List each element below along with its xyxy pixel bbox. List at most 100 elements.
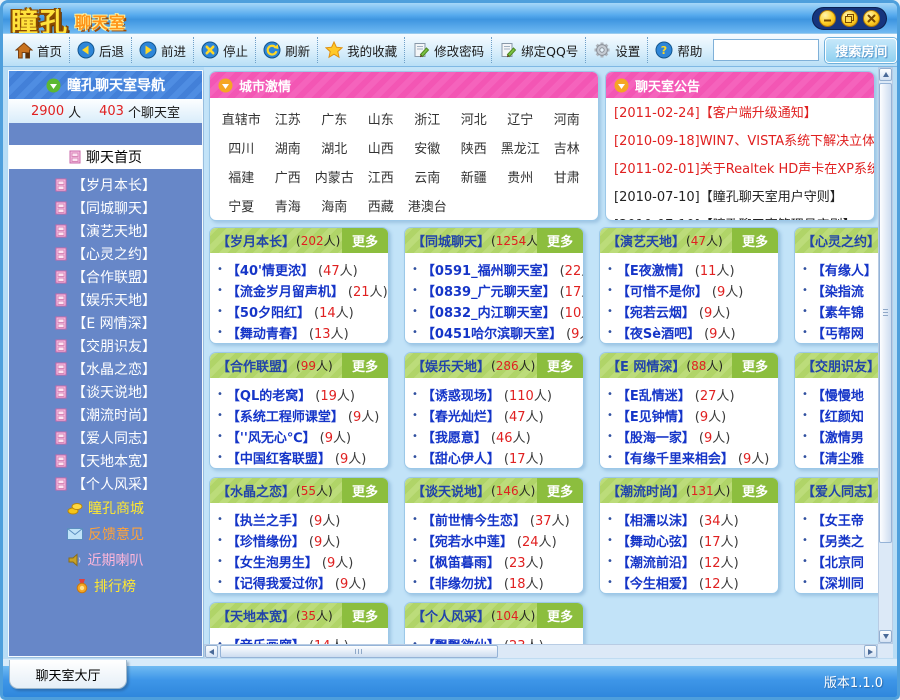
sidebar-category-item[interactable]: 【岁月本长】 [9,173,202,196]
announcement-link[interactable]: [2011-02-01]关于Realtek HD声卡在XP系统的设置 [614,156,874,184]
province-link[interactable]: 浙江 [404,104,451,133]
province-link[interactable]: 广东 [311,104,358,133]
room-link[interactable]: • 【诱惑现场】 (110人) [412,384,583,405]
room-link[interactable]: • 【丐帮网 () [802,322,878,343]
room-link[interactable]: • 【相濡以沫】 (34人) [607,509,778,530]
province-link[interactable]: 新疆 [451,162,498,191]
room-link[interactable]: • 【可惜不是你】 (9人) [607,280,778,301]
card-title[interactable]: 【心灵之约】 [802,231,878,250]
vertical-scrollbar-thumb[interactable] [879,83,892,543]
sidebar-category-item[interactable]: 【谈天说地】 [9,380,202,403]
toolbar-button-favorites[interactable]: 我的收藏 [318,37,405,63]
province-link[interactable]: 宁夏 [218,191,265,220]
province-link[interactable]: 四川 [218,133,265,162]
more-link[interactable]: 更多 [342,478,388,503]
toolbar-button-back[interactable]: 后退 [70,37,132,63]
card-title[interactable]: 【潮流时尚】 [607,481,685,500]
restore-button[interactable] [841,10,858,27]
room-link[interactable]: • 【舞动青春】 (13人) [217,322,388,343]
room-link[interactable]: • 【素年锦 () [802,301,878,322]
close-button[interactable] [863,10,880,27]
room-link[interactable]: • 【40'情更浓】 (47人) [217,259,388,280]
card-title[interactable]: 【个人风采】 [412,606,490,625]
card-title[interactable]: 【谈天说地】 [412,481,490,500]
province-link[interactable]: 黑龙江 [497,133,544,162]
toolbar-button-help[interactable]: ? 帮助 [648,37,709,63]
sidebar-category-item[interactable]: 【潮流时尚】 [9,403,202,426]
more-link[interactable]: 更多 [342,603,388,628]
room-link[interactable]: • 【我愿意】 (46人) [412,426,583,447]
sidebar-item-ranking[interactable]: 排行榜 [9,573,202,599]
room-link[interactable]: • 【夜Sè酒吧】 (9人) [607,322,778,343]
province-link[interactable]: 河南 [544,104,591,133]
toolbar-button-change-password[interactable]: 修改密码 [405,37,492,63]
more-link[interactable]: 更多 [342,228,388,253]
room-link[interactable]: • 【激情男 () [802,426,878,447]
more-link[interactable]: 更多 [537,228,583,253]
room-link[interactable]: • 【枫笛暮雨】 (23人) [412,551,583,572]
province-link[interactable]: 云南 [404,162,451,191]
card-title[interactable]: 【合作联盟】 [217,356,295,375]
province-link[interactable]: 山东 [358,104,405,133]
card-title[interactable]: 【娱乐天地】 [412,356,490,375]
room-link[interactable]: • 【QL的老窝】 (19人) [217,384,388,405]
toolbar-button-forward[interactable]: 前进 [132,37,194,63]
room-link[interactable]: • 【系统工程师课堂】 (9人) [217,405,388,426]
room-link[interactable]: • 【北京同 () [802,551,878,572]
minimize-button[interactable] [819,10,836,27]
room-link[interactable]: • 【有缘千里来相会】 (9人) [607,447,778,468]
vertical-scrollbar[interactable] [878,67,893,644]
room-link[interactable]: • 【珍惜缘份】 (9人) [217,530,388,551]
province-link[interactable]: 西藏 [358,191,405,220]
room-link[interactable]: • 【中国红客联盟】 (9人) [217,447,388,468]
sidebar-category-item[interactable]: 【心灵之约】 [9,242,202,265]
sidebar-item-recent-horn[interactable]: 近期喇叭 [9,547,202,573]
card-title[interactable]: 【岁月本长】 [217,231,295,250]
room-link[interactable]: • 【春光灿烂】 (47人) [412,405,583,426]
scroll-up-button[interactable] [879,68,892,81]
sidebar-category-item[interactable]: 【合作联盟】 [9,265,202,288]
room-link[interactable]: • 【0451哈尔滨聊天室】 (9人) [412,322,583,343]
province-link[interactable]: 广西 [265,162,312,191]
room-link[interactable]: • 【宛若云烟】 (9人) [607,301,778,322]
toolbar-button-home[interactable]: 首页 [8,37,70,63]
search-input[interactable] [713,39,819,61]
province-link[interactable]: 直辖市 [218,104,265,133]
room-link[interactable]: • 【飘飘欲仙】 (23人) [412,634,583,644]
room-link[interactable]: • 【潮流前沿】 (12人) [607,551,778,572]
sidebar-item-mall[interactable]: 瞳孔商城 [9,495,202,521]
room-link[interactable]: • 【E乱情迷】 (27人) [607,384,778,405]
room-link[interactable]: • 【音乐画廊】 (14人) [217,634,388,644]
room-link[interactable]: • 【深圳同 () [802,572,878,593]
room-link[interactable]: • 【0839_广元聊天室】 (17人) [412,280,583,301]
more-link[interactable]: 更多 [537,603,583,628]
horizontal-scrollbar-thumb[interactable] [220,645,498,658]
room-link[interactable]: • 【前世情今生恋】 (37人) [412,509,583,530]
announcement-link[interactable]: [2010-09-18]WIN7、VISTA系统下解决立体声混音 [614,128,874,156]
card-title[interactable]: 【水晶之恋】 [217,481,295,500]
room-link[interactable]: • 【舞动心弦】 (17人) [607,530,778,551]
card-title[interactable]: 【交朋识友】 [802,356,878,375]
sidebar-category-item[interactable]: 【爱人同志】 [9,426,202,449]
room-link[interactable]: • 【红颜知 () [802,405,878,426]
more-link[interactable]: 更多 [732,353,778,378]
room-link[interactable]: • 【染指流 () [802,280,878,301]
room-link[interactable]: • 【E见钟情】 (9人) [607,405,778,426]
card-title[interactable]: 【天地本宽】 [217,606,295,625]
province-link[interactable]: 海南 [311,191,358,220]
scroll-right-button[interactable] [864,645,877,658]
sidebar-category-item[interactable]: 【天地本宽】 [9,449,202,472]
room-link[interactable]: • 【流金岁月留声机】 (21人) [217,280,388,301]
sidebar-category-item[interactable]: 【演艺天地】 [9,219,202,242]
more-link[interactable]: 更多 [732,228,778,253]
sidebar-item-chat-home[interactable]: 聊天首页 [9,145,202,169]
room-link[interactable]: • 【有缘人】 () [802,259,878,280]
sidebar-item-feedback[interactable]: 反馈意见 [9,521,202,547]
province-link[interactable]: 江苏 [265,104,312,133]
room-link[interactable]: • 【慢慢地 () [802,384,878,405]
scroll-left-button[interactable] [205,645,218,658]
announcement-link[interactable]: [2011-02-24]【客户端升级通知】 [614,100,874,128]
toolbar-button-settings[interactable]: 设置 [586,37,648,63]
more-link[interactable]: 更多 [537,353,583,378]
room-link[interactable]: • 【女王帝 () [802,509,878,530]
